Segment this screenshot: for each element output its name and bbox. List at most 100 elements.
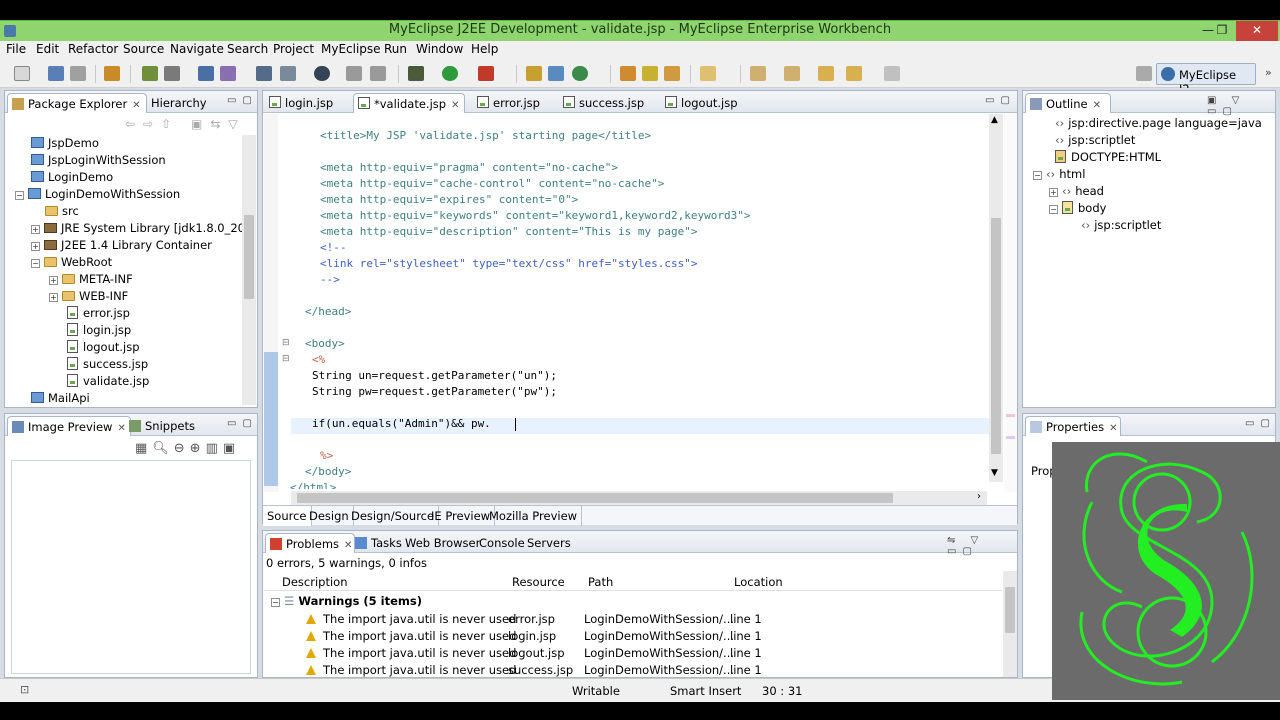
view-toolbar[interactable]: ⇦⇨⇧ ▣⇆▽ bbox=[125, 117, 246, 131]
open-icon[interactable] bbox=[346, 66, 362, 81]
debug-icon[interactable] bbox=[408, 66, 424, 81]
expand-icon[interactable]: + bbox=[49, 276, 58, 285]
close-icon[interactable]: ✕ bbox=[1109, 423, 1117, 434]
open-type-icon[interactable] bbox=[620, 66, 636, 81]
column-description[interactable]: Description bbox=[282, 575, 348, 589]
code-editor[interactable]: <title>My JSP 'validate.jsp' starting pa… bbox=[290, 125, 750, 489]
column-resource[interactable]: Resource bbox=[512, 575, 565, 589]
editor-vertical-scrollbar[interactable]: ▲ ▼ bbox=[989, 114, 1003, 482]
close-window-button[interactable]: ✕ bbox=[1236, 21, 1278, 41]
fold-icon[interactable]: ⊟ bbox=[282, 354, 290, 364]
collapse-icon[interactable]: − bbox=[31, 259, 40, 268]
tree-item[interactable]: success.jsp bbox=[67, 356, 148, 373]
collapse-icon[interactable]: − bbox=[1033, 171, 1042, 180]
outline-item[interactable]: ‹› jsp:directive.page language=java bbox=[1055, 115, 1262, 132]
tab-hierarchy[interactable]: Hierarchy bbox=[133, 93, 213, 113]
tree-item[interactable]: error.jsp bbox=[67, 305, 130, 322]
editor-horizontal-scrollbar[interactable]: › bbox=[291, 491, 987, 505]
magic-icon[interactable] bbox=[220, 66, 236, 81]
server-icon[interactable] bbox=[164, 66, 180, 81]
close-icon[interactable]: ✕ bbox=[451, 100, 459, 111]
fold-icon[interactable]: ⊟ bbox=[282, 338, 290, 348]
tree-item[interactable]: + JRE System Library [jdk1.8.0_20] bbox=[31, 220, 249, 237]
search-tool-icon[interactable] bbox=[664, 66, 680, 81]
menu-refactor[interactable]: Refactor bbox=[68, 42, 118, 56]
external-tools-icon[interactable] bbox=[478, 66, 494, 81]
scroll-right-icon[interactable]: › bbox=[977, 491, 981, 502]
outline-item[interactable]: ‹› jsp:scriptlet bbox=[1055, 132, 1135, 149]
menu-file[interactable]: File bbox=[6, 42, 26, 56]
save-icon[interactable] bbox=[48, 66, 64, 81]
warnings-group[interactable]: − ☰ Warnings (5 items) bbox=[271, 594, 422, 608]
new-package-icon[interactable] bbox=[548, 66, 564, 81]
tab-properties[interactable]: Properties ✕ bbox=[1025, 416, 1121, 436]
tab-image-preview[interactable]: Image Preview ✕ bbox=[7, 416, 131, 436]
browser-icon[interactable] bbox=[314, 66, 330, 81]
print-icon[interactable] bbox=[70, 66, 86, 81]
outline-item[interactable]: + ‹› head bbox=[1049, 183, 1104, 200]
tree-item[interactable]: − LoginDemoWithSession bbox=[15, 186, 180, 203]
menu-myeclipse[interactable]: MyEclipse bbox=[321, 42, 381, 56]
tree-item[interactable]: src bbox=[45, 203, 79, 220]
tree-item[interactable]: validate.jsp bbox=[67, 373, 149, 390]
menu-edit[interactable]: Edit bbox=[36, 42, 59, 56]
tree-item[interactable]: + J2EE 1.4 Library Container bbox=[31, 237, 212, 254]
new-icon[interactable] bbox=[14, 66, 30, 81]
perspective-switch[interactable]: MyEclipse J2... bbox=[1156, 63, 1256, 96]
zoom-toolbar[interactable]: ▦🔍︎⊖⊕▥▣ bbox=[135, 441, 240, 456]
min-max-icons[interactable]: ▭▢ bbox=[985, 95, 1016, 106]
open-perspective-icon[interactable] bbox=[1136, 66, 1152, 81]
menu-help[interactable]: Help bbox=[471, 42, 498, 56]
bug-icon[interactable] bbox=[142, 66, 158, 81]
next-annotation-icon[interactable] bbox=[784, 66, 800, 81]
wizard-icon[interactable] bbox=[198, 66, 214, 81]
fast-view-icon[interactable]: ⊡ bbox=[20, 683, 29, 696]
menu-search[interactable]: Search bbox=[227, 42, 268, 56]
collapse-icon[interactable]: − bbox=[1049, 205, 1058, 214]
table-row[interactable]: The import java.util is never used logou… bbox=[264, 644, 1002, 661]
menu-run[interactable]: Run bbox=[384, 42, 407, 56]
annotation-icon[interactable] bbox=[750, 66, 766, 81]
column-path[interactable]: Path bbox=[588, 575, 613, 589]
expand-icon[interactable]: + bbox=[1049, 188, 1058, 197]
min-max-icons[interactable]: ▭▢ bbox=[1245, 418, 1276, 429]
collapse-icon[interactable]: − bbox=[15, 191, 24, 200]
tab-mozilla-preview[interactable]: Mozilla Preview bbox=[485, 506, 583, 526]
close-icon[interactable]: ✕ bbox=[1093, 100, 1101, 111]
min-max-icons[interactable]: ▭▢ bbox=[227, 418, 258, 429]
tree-item[interactable]: login.jsp bbox=[67, 322, 131, 339]
menu-source[interactable]: Source bbox=[123, 42, 164, 56]
outline-item[interactable]: DOCTYPE:HTML bbox=[1055, 149, 1161, 166]
new-class-icon[interactable] bbox=[526, 66, 542, 81]
back-icon[interactable] bbox=[818, 66, 834, 81]
table-row[interactable]: The import java.util is never used error… bbox=[264, 610, 1002, 627]
tab-package-explorer[interactable]: Package Explorer ✕ bbox=[7, 93, 147, 113]
vertical-scrollbar[interactable] bbox=[242, 135, 256, 405]
add-server-icon[interactable] bbox=[280, 66, 296, 81]
expand-icon[interactable]: + bbox=[31, 242, 40, 251]
outline-item[interactable]: − ‹› html bbox=[1033, 166, 1085, 183]
scroll-up-icon[interactable]: ▲ bbox=[991, 115, 998, 125]
tree-item[interactable]: LoginDemo bbox=[31, 169, 113, 186]
tree-item[interactable]: JspDemo bbox=[31, 135, 99, 152]
menu-project[interactable]: Project bbox=[273, 42, 314, 56]
tree-item[interactable]: + WEB-INF bbox=[49, 288, 128, 305]
tab-error-jsp[interactable]: error.jsp bbox=[473, 93, 546, 113]
tab-logout-jsp[interactable]: logout.jsp bbox=[661, 93, 744, 113]
menu-window[interactable]: Window bbox=[416, 42, 463, 56]
tree-item[interactable]: − WebRoot bbox=[31, 254, 112, 271]
maximize-button[interactable]: ❐ bbox=[1208, 21, 1236, 41]
tab-success-jsp[interactable]: success.jsp bbox=[559, 93, 650, 113]
back-nav-icon[interactable] bbox=[846, 66, 862, 81]
run-icon[interactable] bbox=[442, 66, 458, 81]
tree-item[interactable]: + META-INF bbox=[49, 271, 133, 288]
column-location[interactable]: Location bbox=[734, 575, 783, 589]
forward-nav-icon[interactable] bbox=[884, 66, 900, 81]
expand-icon[interactable]: + bbox=[31, 225, 40, 234]
scroll-down-icon[interactable]: ▼ bbox=[991, 468, 998, 478]
tree-item[interactable]: logout.jsp bbox=[67, 339, 140, 356]
tab-login-jsp[interactable]: login.jsp bbox=[265, 93, 339, 113]
refresh-icon[interactable] bbox=[370, 66, 386, 81]
tab-problems[interactable]: Problems ✕ bbox=[265, 533, 355, 553]
table-row[interactable]: The import java.util is never used succe… bbox=[264, 661, 1002, 678]
